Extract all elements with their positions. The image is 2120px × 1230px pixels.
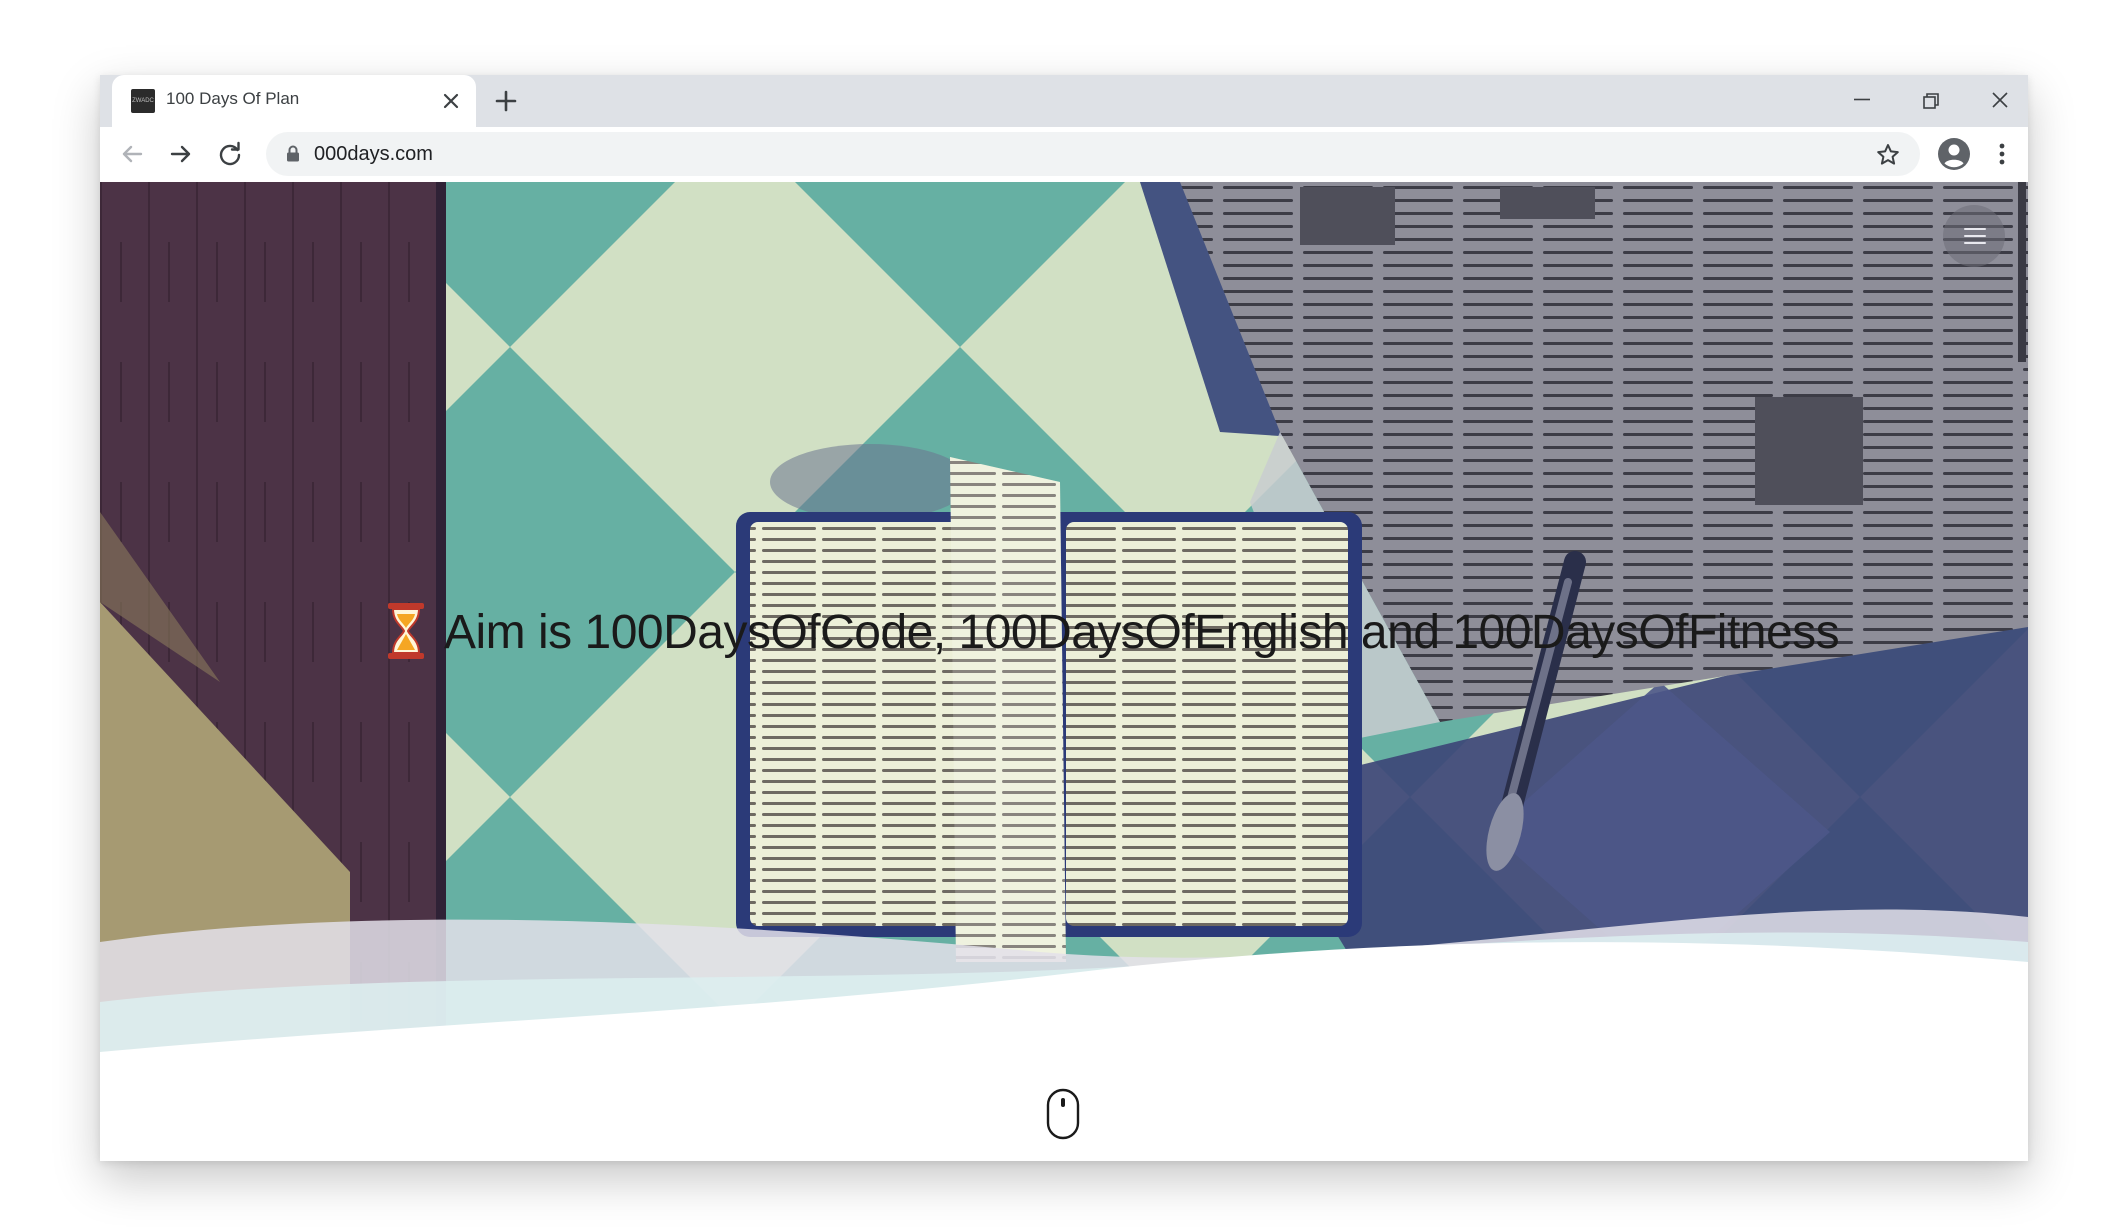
browser-tab[interactable]: ZWADC 100 Days Of Plan [112,75,476,127]
tab-strip: ZWADC 100 Days Of Plan [100,75,2028,127]
url-text[interactable]: 000days.com [314,143,433,166]
star-icon[interactable] [1874,141,1902,169]
address-bar[interactable]: 000days.com [266,132,1920,176]
browser-window: ZWADC 100 Days Of Plan 000days.com Aim i… [100,75,2028,1161]
close-icon[interactable] [1982,83,2018,119]
restore-icon[interactable] [1913,83,1949,119]
page-viewport: Aim is 100DaysOfCode, 100DaysOfEnglish a… [100,182,2028,1161]
tab-title: 100 Days Of Plan [166,89,300,108]
open-book-illustration [736,457,1362,962]
reload-icon[interactable] [214,138,246,170]
minimize-icon[interactable] [1844,83,1880,119]
close-icon[interactable] [437,87,465,115]
account-circle-icon[interactable] [1936,136,1972,172]
arrow-right-icon[interactable] [165,138,197,170]
more-vertical-icon[interactable] [1986,138,2018,170]
page-scrollbar[interactable] [2018,182,2028,1161]
plus-icon[interactable] [490,85,522,117]
browser-toolbar: 000days.com [100,127,2028,183]
hamburger-icon[interactable] [1943,205,2005,267]
site-favicon-icon: ZWADC [131,89,155,113]
arrow-left-icon[interactable] [116,138,148,170]
mouse-icon[interactable] [1046,1088,1080,1140]
lock-icon[interactable] [282,143,304,165]
headline-text: Aim is 100DaysOfCode, 100DaysOfEnglish a… [444,606,1840,659]
scrollbar-thumb[interactable] [2018,182,2026,362]
hourglass-icon [388,603,424,659]
